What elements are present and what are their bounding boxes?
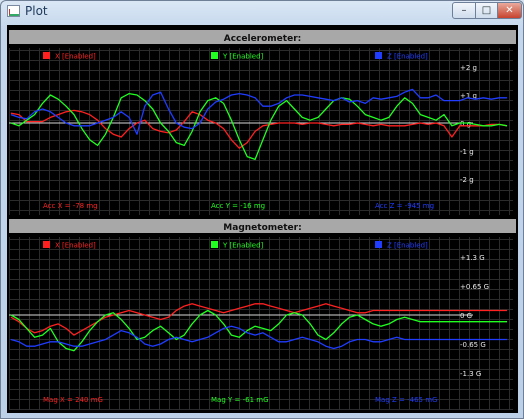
readout-z: Acc Z = -945 mg: [375, 202, 434, 210]
legend-swatch-y: [211, 241, 218, 248]
y-tick-label: +1.3 G: [460, 254, 485, 262]
chart-panel-magnetometer: Magnetometer: +1.3 G +0.65 G 0 G -0.65 G -1.3…: [9, 219, 516, 410]
readout-y: Mag Y = -61 mG: [211, 396, 269, 404]
y-tick-label: -1.3 G: [460, 370, 481, 378]
y-tick-label: 0 g: [460, 120, 471, 128]
plots-canvas: Accelerometer:+2 g+1 g0 g-1 g-2 gX [Enab…: [9, 30, 516, 410]
legend-label-x: X [Enabled]: [55, 53, 96, 61]
legend-label-y: Y [Enabled]: [222, 53, 264, 61]
readout-z: Mag Z = -465 mG: [375, 396, 437, 404]
plot-area: Accelerometer: +2 g +1 g0 g -1 g -2 gX [Enab…: [7, 25, 518, 413]
title-bar[interactable]: Plot – □ ✕: [1, 1, 523, 23]
y-tick-label: +0.65 G: [460, 283, 489, 291]
legend-swatch-z: [375, 241, 382, 248]
y-tick-label: +2 g: [460, 64, 477, 72]
plot-window: Plot – □ ✕ Accelerometer: +2 g +1 g0 g -1 g…: [0, 0, 524, 419]
readout-y: Acc Y = -16 mg: [211, 202, 265, 210]
maximize-button[interactable]: □: [475, 2, 498, 19]
plot-app-icon: [7, 5, 20, 17]
legend-label-z: Z [Enabled]: [387, 53, 428, 61]
legend-label-y: Y [Enabled]: [222, 242, 264, 250]
chart-title: Magnetometer:: [223, 223, 301, 233]
legend-label-x: X [Enabled]: [55, 242, 96, 250]
legend-swatch-y: [211, 52, 218, 59]
legend-label-z: Z [Enabled]: [387, 242, 428, 250]
minimize-button[interactable]: –: [452, 2, 476, 19]
close-button[interactable]: ✕: [497, 2, 522, 19]
legend-swatch-z: [375, 52, 382, 59]
legend-swatch-x: [43, 52, 50, 59]
window-title: Plot: [25, 4, 48, 18]
legend-swatch-x: [43, 241, 50, 248]
readout-x: Acc X = -78 mg: [43, 202, 98, 210]
chart-title: Accelerometer:: [224, 34, 301, 44]
chart-panel-accelerometer: Accelerometer:+2 g+1 g0 g-1 g-2 gX [Enab…: [9, 30, 516, 215]
grid: [9, 237, 513, 410]
y-tick-label: -2 g: [460, 176, 474, 184]
readout-x: Mag X = 240 mG: [43, 396, 103, 404]
y-tick-label: 0 G: [460, 312, 472, 320]
y-tick-label: -0.65 G: [460, 341, 486, 349]
y-tick-label: -1 g: [460, 148, 474, 156]
